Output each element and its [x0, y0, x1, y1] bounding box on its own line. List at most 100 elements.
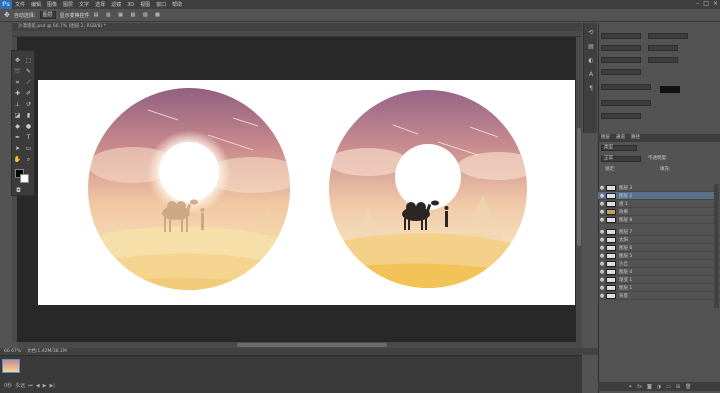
timeline-frame[interactable] — [2, 359, 20, 373]
eye-icon[interactable]: ● — [598, 261, 606, 267]
adjust-icon[interactable]: ◐ — [587, 57, 595, 65]
color-swatch-black[interactable] — [660, 86, 680, 93]
eye-icon[interactable]: ● — [598, 229, 606, 235]
eye-icon[interactable]: ● — [598, 269, 606, 275]
eye-icon[interactable]: ● — [598, 217, 606, 223]
paragraph-icon[interactable]: ¶ — [587, 85, 595, 93]
play-icon[interactable]: ▶ — [43, 383, 47, 389]
layer-row[interactable]: ● 渐变 1 — [598, 276, 715, 284]
panel-field[interactable] — [601, 57, 641, 63]
layer-row[interactable]: ● 图层 1 — [598, 284, 715, 292]
next-frame-icon[interactable]: ▶| — [49, 383, 55, 389]
blur-tool-icon[interactable]: ◆ — [14, 123, 21, 130]
show-transform-checkbox[interactable]: 显示变换控件 — [60, 12, 90, 19]
layer-row[interactable]: ● 图层 6 — [598, 244, 715, 252]
eye-icon[interactable]: ● — [598, 245, 606, 251]
panel-field[interactable] — [648, 45, 678, 51]
eye-icon[interactable]: ● — [598, 193, 606, 199]
blend-mode-dropdown[interactable]: 正常 — [601, 156, 641, 162]
panel-field[interactable] — [601, 113, 641, 119]
eyedropper-icon[interactable]: ⟋ — [25, 79, 32, 86]
panel-field[interactable] — [648, 57, 678, 63]
eye-icon[interactable]: ● — [598, 237, 606, 243]
background-color-swatch[interactable] — [20, 174, 29, 183]
new-group-icon[interactable]: ▭ — [666, 384, 671, 390]
menu-item-help[interactable]: 帮助 — [172, 1, 182, 8]
loop-options[interactable]: 永远 — [15, 382, 25, 389]
properties-icon[interactable]: ▤ — [587, 43, 595, 51]
eye-icon[interactable]: ● — [598, 209, 606, 215]
document-canvas[interactable] — [38, 80, 575, 305]
layer-row[interactable]: ● 沙丘 — [598, 260, 715, 268]
shape-tool-icon[interactable]: ▭ — [25, 145, 32, 152]
hand-tool-icon[interactable]: ✋ — [14, 156, 21, 163]
eye-icon[interactable]: ● — [598, 293, 606, 299]
mask-icon[interactable]: ◙ — [647, 384, 652, 390]
minimize-button[interactable]: – — [696, 0, 699, 7]
layer-row[interactable]: ● 图层 8 — [598, 216, 715, 224]
delete-layer-icon[interactable]: 🗑 — [685, 384, 691, 390]
menu-item-window[interactable]: 窗口 — [156, 1, 166, 8]
eraser-tool-icon[interactable]: ◪ — [14, 112, 21, 119]
document-tab[interactable]: 沙漠骆驼.psd @ 66.7% (图层 2, RGB/8) * — [12, 23, 582, 31]
menu-item-3d[interactable]: 3D — [127, 2, 134, 8]
eye-icon[interactable]: ● — [598, 285, 606, 291]
move-tool-icon[interactable]: ✥ — [14, 57, 21, 64]
layer-row[interactable]: ● 图层 4 — [598, 268, 715, 276]
gradient-tool-icon[interactable]: ▮ — [25, 112, 32, 119]
eye-icon[interactable]: ● — [598, 185, 606, 191]
new-layer-icon[interactable]: ⊞ — [676, 384, 680, 390]
vertical-scroll-thumb[interactable] — [577, 128, 581, 246]
tab-channels[interactable]: 通道 — [616, 134, 625, 142]
quick-select-icon[interactable]: ✎ — [25, 68, 32, 75]
fx-icon[interactable]: fx — [637, 384, 642, 390]
eye-icon[interactable]: ● — [598, 201, 606, 207]
path-select-icon[interactable]: ➤ — [14, 145, 21, 152]
horizontal-scroll-thumb[interactable] — [237, 343, 387, 347]
eye-icon[interactable]: ● — [598, 277, 606, 283]
type-tool-icon[interactable]: T — [25, 134, 32, 141]
clone-stamp-icon[interactable]: ⊥ — [14, 101, 21, 108]
layer-row[interactable]: ● 效果 — [598, 208, 715, 216]
tab-layers[interactable]: 图层 — [601, 134, 610, 142]
frame-delay[interactable]: 0秒 — [4, 382, 12, 389]
menu-item-layer[interactable]: 图层 — [63, 1, 73, 8]
align-icons[interactable]: ▤ ▥ ▦ ▧ ▨ ▩ — [94, 12, 163, 18]
menu-item-image[interactable]: 图像 — [47, 1, 57, 8]
panel-field[interactable] — [648, 33, 688, 39]
menu-item-type[interactable]: 文字 — [79, 1, 89, 8]
history-icon[interactable]: ⟲ — [587, 29, 595, 37]
panel-field[interactable] — [601, 69, 641, 75]
layer-row[interactable]: ● 太阳 — [598, 236, 715, 244]
layer-row-selected[interactable]: ● 图层 2 — [598, 192, 715, 200]
close-button[interactable]: × — [713, 0, 718, 7]
move-tool-icon[interactable]: ✥ — [4, 11, 10, 19]
link-layers-icon[interactable]: ⚭ — [628, 384, 632, 390]
lasso-tool-icon[interactable]: ➰ — [14, 68, 21, 75]
dodge-tool-icon[interactable]: ● — [25, 123, 32, 130]
marquee-tool-icon[interactable]: ⬚ — [25, 57, 32, 64]
tab-paths[interactable]: 路径 — [631, 134, 640, 142]
panel-field[interactable] — [601, 33, 641, 39]
menu-item-view[interactable]: 视图 — [140, 1, 150, 8]
eye-icon[interactable]: ● — [598, 253, 606, 259]
layer-row[interactable]: ● 图层 3 — [598, 184, 715, 192]
crop-tool-icon[interactable]: ⌗ — [14, 79, 21, 86]
prev-frame-icon[interactable]: ◀ — [36, 383, 40, 389]
auto-select-dropdown[interactable]: 图层 — [39, 11, 56, 19]
menu-item-file[interactable]: 文件 — [15, 1, 25, 8]
brush-tool-icon[interactable]: ✐ — [25, 90, 32, 97]
layer-row[interactable]: ● 背景 — [598, 292, 715, 300]
panel-field[interactable] — [601, 45, 641, 51]
menu-item-edit[interactable]: 编辑 — [31, 1, 41, 8]
layer-row[interactable]: ● 图层 7 — [598, 228, 715, 236]
layer-row[interactable]: ● 图层 5 — [598, 252, 715, 260]
adjustment-layer-icon[interactable]: ◑ — [657, 384, 661, 390]
layer-filter-dropdown[interactable]: 类型 — [601, 145, 637, 151]
first-frame-icon[interactable]: ⏮ — [28, 383, 33, 389]
layers-scrollbar[interactable] — [714, 184, 719, 308]
layer-row[interactable]: ● 组 1 — [598, 200, 715, 208]
zoom-tool-icon[interactable]: ⌕ — [25, 156, 32, 163]
healing-brush-icon[interactable]: ✚ — [14, 90, 21, 97]
quick-mask-icon[interactable]: ◘ — [15, 187, 22, 194]
